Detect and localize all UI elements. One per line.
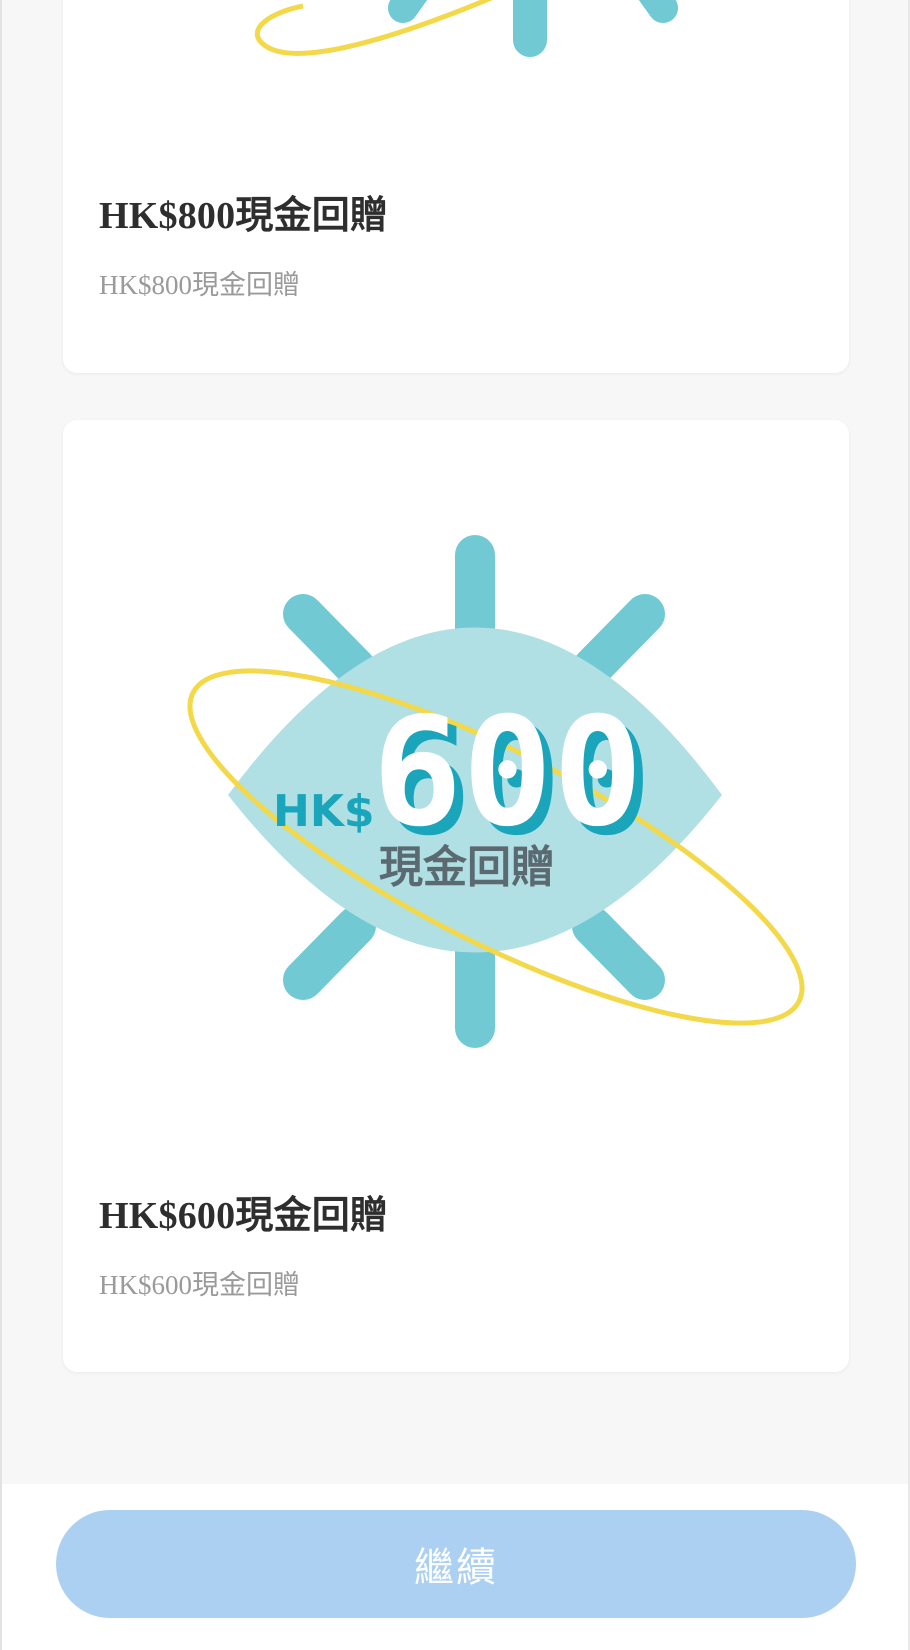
continue-button[interactable]: 繼續 [56,1510,856,1618]
banner-amount: 600 [372,686,643,860]
footer-bar: 繼續 [2,1484,908,1650]
card-subtitle: HK$600現金回贈 [99,1270,300,1300]
left-edge [0,0,2,1650]
reward-banner-600: HK$ 600 600 現金回贈 [63,420,849,1120]
reward-banner-graphic: HK$ 600 600 現金回贈 [187,535,805,1048]
reward-banner-graphic [254,0,678,57]
card-title: HK$800現金回贈 [99,195,389,237]
card-title: HK$600現金回贈 [99,1195,389,1237]
reward-card-800[interactable]: HK$800現金回贈 HK$800現金回贈 [63,0,849,373]
banner-caption: 現金回贈 [379,842,555,893]
card-subtitle: HK$800現金回贈 [99,270,300,300]
banner-currency: HK$ [273,786,375,837]
reward-card-600[interactable]: HK$ 600 600 現金回贈 HK$600現金回贈 HK$600現金回贈 [63,420,849,1372]
reward-banner-800 [63,0,849,80]
